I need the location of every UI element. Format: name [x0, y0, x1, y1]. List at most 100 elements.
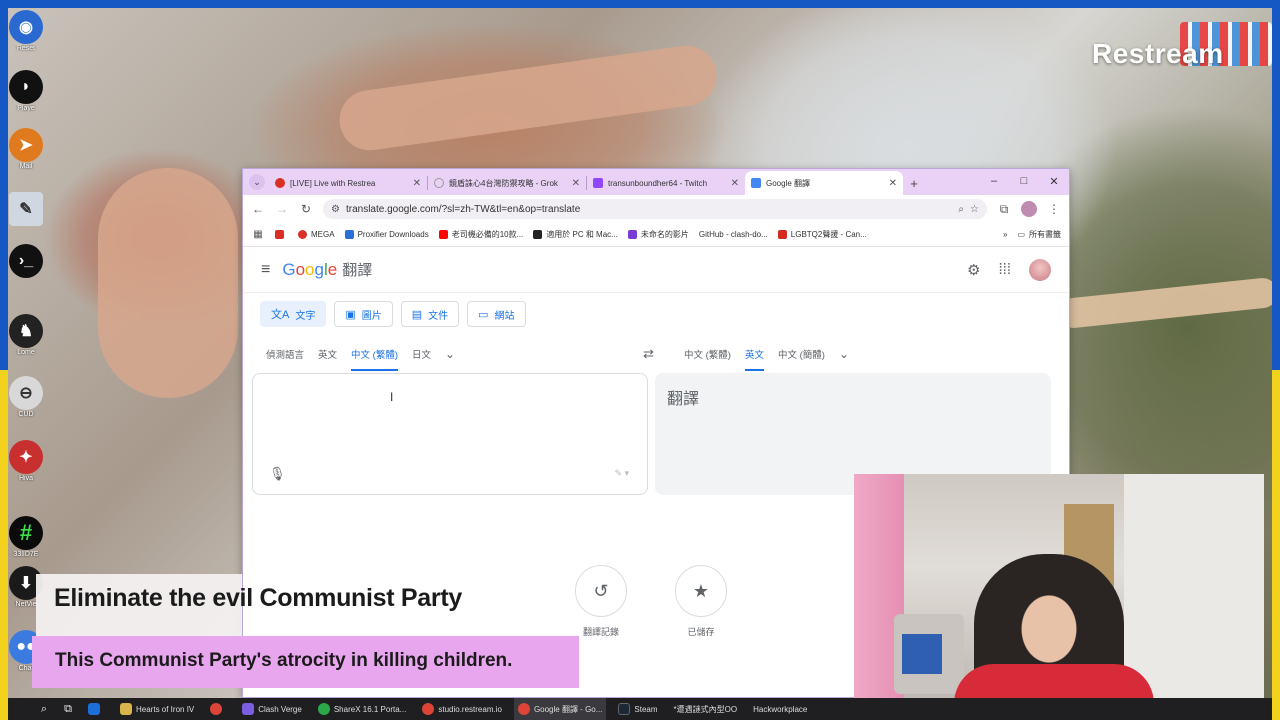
desktop-icon-hash[interactable]: #33lID7E [6, 516, 46, 564]
swap-languages-icon[interactable]: ⇄ [643, 346, 654, 362]
bookmark-proxifier[interactable]: Proxifier Downloads [344, 230, 429, 239]
app-icon [88, 703, 100, 715]
source-lang-chinese-traditional[interactable]: 中文 (繁體) [351, 337, 398, 371]
more-bookmarks-button[interactable]: » [1003, 229, 1007, 240]
target-lang-chinese-simplified[interactable]: 中文 (簡體) [778, 337, 825, 371]
caption-title: Eliminate the evil Communist Party [54, 584, 462, 612]
taskbar-app-sharex[interactable]: ShareX 16.1 Porta... [314, 698, 411, 720]
main-menu-icon[interactable]: ≡ [261, 261, 270, 279]
forward-arrow-icon[interactable]: → [275, 202, 289, 216]
bookmark-video[interactable]: 未命名的影片 [627, 229, 689, 240]
webcam-feed [854, 474, 1264, 706]
mode-text-button[interactable]: 文A 文字 [260, 301, 327, 327]
handwriting-icon[interactable]: ✎ ▾ [614, 468, 629, 479]
tab-restream[interactable]: [LIVE] Live with Restrea ✕ [269, 171, 427, 195]
maple-leaf-icon [777, 230, 787, 239]
source-lang-english[interactable]: 英文 [318, 337, 337, 371]
restream-logo: Restream [1092, 38, 1224, 69]
tab-strip: ⌄ [LIVE] Live with Restrea ✕ 鏡盾誅心4台灣防禦攻略… [243, 169, 1069, 195]
taskbar-app-restream-studio[interactable]: studio.restream.io [418, 698, 506, 720]
taskbar-app-google-translate[interactable]: Google 翻譯 - Go... [513, 698, 607, 720]
desktop-icon-linux[interactable]: ♞ Lome [6, 314, 46, 362]
desktop-icon-hiva[interactable]: ✦ Hiva [6, 440, 46, 488]
new-tab-button[interactable]: + [903, 172, 925, 194]
taskbar-app-steam-small[interactable] [84, 698, 108, 720]
bookmark-lgbtq[interactable]: LGBTQ2聲援 - Can... [777, 229, 867, 240]
taskbar-app-hackworkplace[interactable]: Hackworkplace [749, 698, 811, 720]
taskbar-app-hearts-of-iron[interactable]: Hearts of Iron IV [116, 698, 198, 720]
google-logo[interactable]: Google [282, 260, 337, 280]
desktop-icon-notepad[interactable]: ✎ [6, 192, 46, 240]
maximize-button[interactable]: □ [1009, 169, 1039, 193]
back-arrow-icon[interactable]: ← [251, 202, 265, 216]
settings-gear-icon[interactable]: ⚙ [967, 261, 980, 279]
close-tab-icon[interactable]: ✕ [572, 178, 580, 189]
close-tab-icon[interactable]: ✕ [889, 178, 897, 189]
mode-image-button[interactable]: ▣ 圖片 [334, 301, 393, 327]
desktop-icon-terminal[interactable]: ›_ [6, 244, 46, 292]
zoom-icon[interactable]: ⌕ [958, 204, 964, 215]
google-apps-icon[interactable]: ⁞⁞⁞ [998, 261, 1011, 278]
more-source-languages-chevron-icon[interactable]: ⌄ [445, 337, 455, 371]
webcam-box [902, 634, 942, 674]
history-button[interactable]: ↺ 翻譯記錄 [566, 565, 636, 638]
target-lang-chinese-traditional[interactable]: 中文 (繁體) [684, 337, 731, 371]
desktop-icon-mail[interactable]: ➤ Mail [6, 128, 46, 176]
desktop-icon-player[interactable]: ◗ Playe [6, 70, 46, 118]
address-bar[interactable]: ⚙ translate.google.com/?sl=zh-TW&tl=en&o… [323, 199, 987, 219]
source-lang-detect[interactable]: 偵測語言 [266, 337, 304, 371]
translation-mode-tabs: 文A 文字 ▣ 圖片 ▤ 文件 ▭ 網站 [243, 293, 1069, 327]
minimize-button[interactable]: – [979, 169, 1009, 193]
taskbar-app-clash-verge[interactable]: Clash Verge [238, 698, 306, 720]
search-icon[interactable]: ⌕ [36, 703, 52, 716]
bookmark-gmail[interactable] [275, 230, 288, 239]
more-target-languages-chevron-icon[interactable]: ⌄ [839, 337, 849, 371]
taskbar-app-window[interactable]: *遭遇謎式內型OO [670, 698, 742, 720]
browser-toolbar: ← → ↻ ⚙ translate.google.com/?sl=zh-TW&t… [243, 195, 1069, 223]
source-text-input[interactable]: I 🎙 ✎ ▾ [252, 373, 648, 495]
caption-subtitle: This Communist Party's atrocity in killi… [55, 650, 513, 671]
close-tab-icon[interactable]: ✕ [413, 178, 421, 189]
apps-grid-icon[interactable]: ▦ [251, 229, 265, 240]
microphone-icon[interactable]: 🎙 [269, 466, 286, 482]
penguin-icon: ♞ [9, 314, 43, 348]
wallpaper-shape [1057, 276, 1272, 330]
extensions-icon[interactable]: ⧉ [997, 202, 1011, 217]
all-bookmarks-folder[interactable]: ▭ 所有書籤 [1017, 229, 1061, 240]
taskbar-app-steam[interactable]: Steam [614, 698, 661, 720]
close-tab-icon[interactable]: ✕ [731, 178, 739, 189]
profile-avatar[interactable] [1021, 201, 1037, 217]
mode-document-button[interactable]: ▤ 文件 [400, 301, 460, 327]
sharex-icon [317, 703, 330, 715]
more-menu-icon[interactable]: ⋮ [1047, 202, 1061, 216]
proxifier-icon [344, 230, 354, 239]
site-info-icon[interactable]: ⚙ [331, 204, 340, 215]
product-name: 翻譯 [342, 262, 373, 279]
twitch-icon [593, 178, 603, 188]
star-icon: ★ [675, 565, 727, 617]
bookmark-pc-mac[interactable]: 適用於 PC 和 Mac... [533, 229, 618, 240]
close-window-button[interactable]: ✕ [1039, 169, 1069, 193]
saved-button[interactable]: ★ 已儲存 [666, 565, 736, 638]
tab-search-button[interactable]: ⌄ [249, 174, 265, 190]
tab-twitch[interactable]: transunboundher64 - Twitch ✕ [587, 171, 745, 195]
tab-grok[interactable]: 鏡盾誅心4台灣防禦攻略 - Grok ✕ [428, 171, 586, 195]
bookmark-youtube[interactable]: 老司機必備的10款... [438, 229, 523, 240]
bookmark-star-icon[interactable]: ☆ [970, 204, 979, 215]
tab-google-translate[interactable]: Google 翻譯 ✕ [745, 171, 903, 195]
url-text: translate.google.com/?sl=zh-TW&tl=en&op=… [345, 203, 581, 215]
account-avatar[interactable] [1029, 258, 1051, 281]
source-language-tabs: 偵測語言 英文 中文 (繁體) 日文 ⌄ [266, 337, 455, 371]
source-lang-japanese[interactable]: 日文 [412, 337, 431, 371]
reload-icon[interactable]: ↻ [299, 202, 313, 216]
chrome-icon [422, 703, 435, 715]
desktop-icon-cud[interactable]: ⊖ CUD [6, 376, 46, 424]
desktop-icon-reset[interactable]: ◉ Reset [6, 10, 46, 58]
gmail-icon [275, 230, 284, 239]
taskbar-app-chrome[interactable] [206, 698, 230, 720]
mode-website-button[interactable]: ▭ 網站 [467, 301, 526, 327]
bookmark-mega[interactable]: MEGA [298, 230, 335, 239]
task-view-icon[interactable]: ⧉ [60, 703, 76, 716]
target-lang-english[interactable]: 英文 [744, 337, 764, 371]
bookmark-github[interactable]: GitHub - clash-do... [699, 230, 768, 239]
